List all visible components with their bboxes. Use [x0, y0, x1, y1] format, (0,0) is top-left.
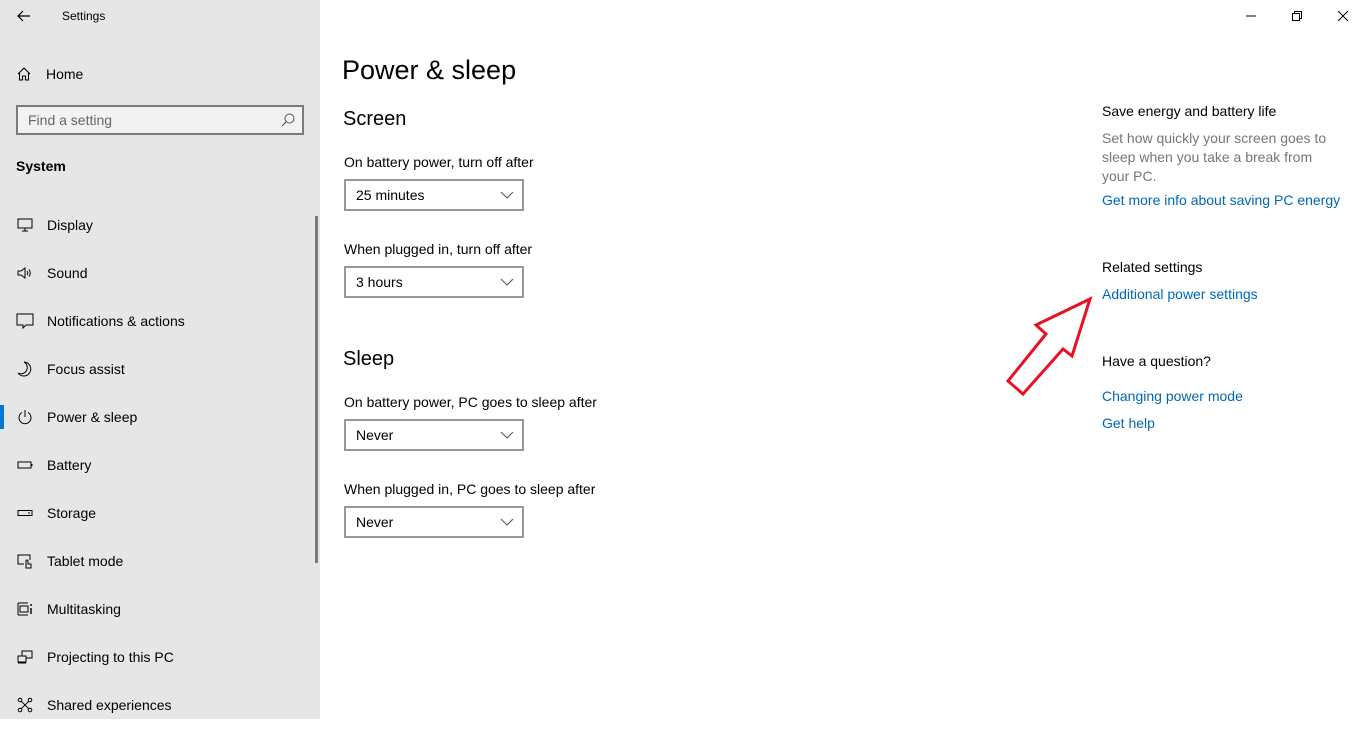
sidebar-item-label: Multitasking	[47, 601, 121, 617]
back-button[interactable]	[14, 6, 34, 26]
sidebar-item-label: Focus assist	[47, 361, 125, 377]
dropdown-value: Never	[356, 427, 394, 443]
sidebar-item-label: Power & sleep	[47, 409, 138, 425]
sidebar-item-sound[interactable]: Sound	[0, 249, 316, 297]
sidebar: Settings Home System Display Sound Notif…	[0, 0, 320, 719]
restore-button[interactable]	[1274, 0, 1320, 32]
sidebar-item-label: Storage	[47, 505, 97, 521]
changing-power-mode-link[interactable]: Changing power mode	[1102, 388, 1243, 404]
save-energy-text: Set how quickly your screen goes to slee…	[1102, 130, 1327, 184]
get-help-link[interactable]: Get help	[1102, 415, 1155, 431]
restore-icon	[1292, 11, 1302, 21]
screen-plugged-label: When plugged in, turn off after	[344, 241, 533, 257]
page-title: Power & sleep	[342, 55, 517, 85]
related-settings-heading: Related settings	[1102, 259, 1203, 275]
sidebar-item-label: Projecting to this PC	[47, 649, 174, 665]
search-input[interactable]	[18, 107, 268, 133]
sidebar-item-display[interactable]: Display	[0, 201, 316, 249]
sidebar-item-label: Sound	[47, 265, 88, 281]
minimize-icon	[1246, 15, 1256, 17]
sidebar-item-label: Battery	[47, 457, 92, 473]
sidebar-scrollbar[interactable]	[315, 216, 318, 563]
chevron-down-icon	[500, 278, 514, 286]
sidebar-home[interactable]: Home	[16, 63, 83, 85]
screen-battery-dropdown[interactable]: 25 minutes	[344, 179, 524, 211]
sleep-plugged-dropdown[interactable]: Never	[344, 506, 524, 538]
sidebar-item-focus-assist[interactable]: Focus assist	[0, 345, 316, 393]
dropdown-value: 3 hours	[356, 274, 403, 290]
home-label: Home	[46, 66, 84, 82]
display-icon	[17, 218, 33, 232]
sidebar-item-multitasking[interactable]: Multitasking	[0, 585, 316, 633]
screen-battery-label: On battery power, turn off after	[344, 154, 534, 170]
app-title: Settings	[62, 9, 106, 23]
sidebar-item-label: Display	[47, 217, 93, 233]
sidebar-nav: Display Sound Notifications & actions Fo…	[0, 201, 316, 729]
tablet-mode-icon	[17, 554, 32, 569]
search-icon[interactable]	[280, 112, 296, 128]
search-box[interactable]	[16, 105, 304, 135]
close-icon	[1337, 10, 1349, 22]
sidebar-item-battery[interactable]: Battery	[0, 441, 316, 489]
chevron-down-icon	[500, 431, 514, 439]
sidebar-item-label: Notifications & actions	[47, 313, 185, 329]
home-icon	[17, 67, 31, 81]
sidebar-item-storage[interactable]: Storage	[0, 489, 316, 537]
additional-power-settings-link[interactable]: Additional power settings	[1102, 286, 1258, 302]
more-info-link[interactable]: Get more info about saving PC energy	[1102, 192, 1340, 208]
dropdown-value: 25 minutes	[356, 187, 425, 203]
screen-section-title: Screen	[343, 108, 407, 130]
save-energy-heading: Save energy and battery life	[1102, 103, 1277, 119]
back-arrow-icon	[17, 10, 30, 22]
sleep-plugged-label: When plugged in, PC goes to sleep after	[344, 481, 596, 497]
battery-icon	[17, 461, 33, 469]
power-icon	[18, 410, 32, 425]
sidebar-item-power-sleep[interactable]: Power & sleep	[0, 393, 316, 441]
question-heading: Have a question?	[1102, 353, 1211, 369]
sound-icon	[17, 267, 31, 279]
sidebar-item-projecting[interactable]: Projecting to this PC	[0, 633, 316, 681]
multitasking-icon	[17, 602, 32, 616]
sidebar-item-shared-experiences[interactable]: Shared experiences	[0, 681, 316, 729]
sidebar-item-notifications[interactable]: Notifications & actions	[0, 297, 316, 345]
chevron-down-icon	[500, 191, 514, 199]
sidebar-item-tablet-mode[interactable]: Tablet mode	[0, 537, 316, 585]
shared-experiences-icon	[17, 697, 33, 713]
projecting-icon	[17, 650, 33, 664]
dropdown-value: Never	[356, 514, 394, 530]
sleep-battery-label: On battery power, PC goes to sleep after	[344, 394, 597, 410]
moon-icon	[17, 361, 32, 377]
minimize-button[interactable]	[1228, 0, 1274, 32]
chevron-down-icon	[500, 518, 514, 526]
sidebar-item-label: Shared experiences	[47, 697, 172, 713]
sleep-section-title: Sleep	[343, 348, 395, 370]
sleep-battery-dropdown[interactable]: Never	[344, 419, 524, 451]
notifications-icon	[16, 313, 34, 330]
storage-icon	[17, 510, 33, 516]
screen-plugged-dropdown[interactable]: 3 hours	[344, 266, 524, 298]
close-button[interactable]	[1320, 0, 1366, 32]
section-label-system: System	[16, 158, 66, 174]
sidebar-item-label: Tablet mode	[47, 553, 124, 569]
